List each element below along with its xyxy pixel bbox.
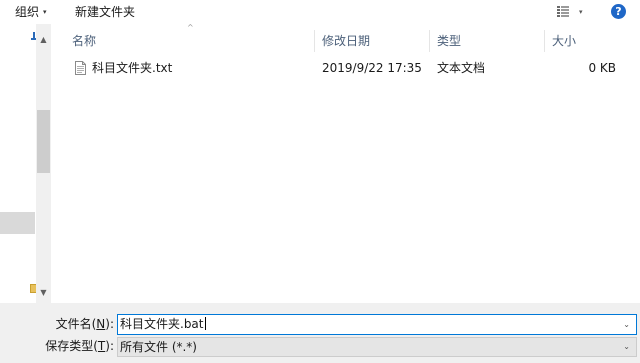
column-divider[interactable]	[429, 30, 430, 52]
file-type: 文本文档	[437, 61, 486, 75]
filename-value: 科目文件夹.bat	[120, 317, 204, 331]
scrollbar-thumb[interactable]	[37, 110, 50, 173]
view-options-chevron-icon[interactable]: ▾	[579, 0, 583, 24]
filename-input[interactable]: 科目文件夹.bat ⌄	[117, 314, 637, 335]
filename-label: 文件名(N):	[56, 314, 114, 334]
filetype-label-text: 保存类型(	[45, 339, 98, 353]
column-divider[interactable]	[544, 30, 545, 52]
text-cursor	[204, 317, 206, 330]
filename-label-suffix: ):	[105, 317, 114, 331]
sort-ascending-icon: ^	[187, 23, 194, 32]
file-size: 0 KB	[588, 61, 616, 75]
nav-selected-item[interactable]	[0, 212, 35, 234]
file-name: 科目文件夹.txt	[92, 61, 173, 75]
column-header-type[interactable]: 类型	[431, 30, 461, 52]
view-details-icon[interactable]	[557, 6, 569, 17]
filetype-label: 保存类型(T):	[45, 336, 114, 356]
file-modified-date: 2019/9/22 17:35	[322, 61, 422, 75]
column-header-name[interactable]: 名称	[66, 30, 96, 52]
help-icon[interactable]: ?	[611, 4, 626, 19]
column-header-date[interactable]: 修改日期	[316, 30, 370, 52]
nav-scrollbar[interactable]: ▲ ▼	[36, 24, 51, 303]
organize-menu-button[interactable]: 组织 ▾	[15, 0, 47, 24]
chevron-down-icon[interactable]: ⌄	[623, 338, 630, 356]
text-file-icon	[75, 61, 86, 75]
file-row[interactable]: 科目文件夹.txt 2019/9/22 17:35 文本文档 0 KB	[68, 57, 628, 79]
filename-label-accesskey: N	[96, 317, 106, 331]
filetype-select[interactable]: 所有文件 (*.*) ⌄	[117, 337, 637, 357]
chevron-down-icon[interactable]: ⌄	[623, 315, 630, 334]
command-bar: 组织 ▾ 新建文件夹 ▾ ?	[0, 0, 640, 24]
scroll-down-icon[interactable]: ▼	[36, 287, 51, 299]
navigation-pane: ▲ ▼	[0, 24, 52, 303]
filetype-value: 所有文件 (*.*)	[120, 340, 197, 354]
save-options-area: 文件名(N): 科目文件夹.bat ⌄ 保存类型(T): 所有文件 (*.*) …	[0, 303, 640, 363]
filetype-label-suffix: ):	[105, 339, 114, 353]
chevron-down-icon: ▾	[43, 8, 47, 16]
organize-label: 组织	[15, 5, 40, 19]
column-header-size[interactable]: 大小	[546, 30, 576, 52]
scroll-up-icon[interactable]: ▲	[36, 34, 51, 46]
file-list: ^ 名称 修改日期 类型 大小 科目文件夹.txt 2019/9/22 17:3…	[52, 24, 640, 303]
filename-label-text: 文件名(	[55, 317, 97, 331]
column-divider[interactable]	[314, 30, 315, 52]
new-folder-button[interactable]: 新建文件夹	[75, 0, 135, 24]
